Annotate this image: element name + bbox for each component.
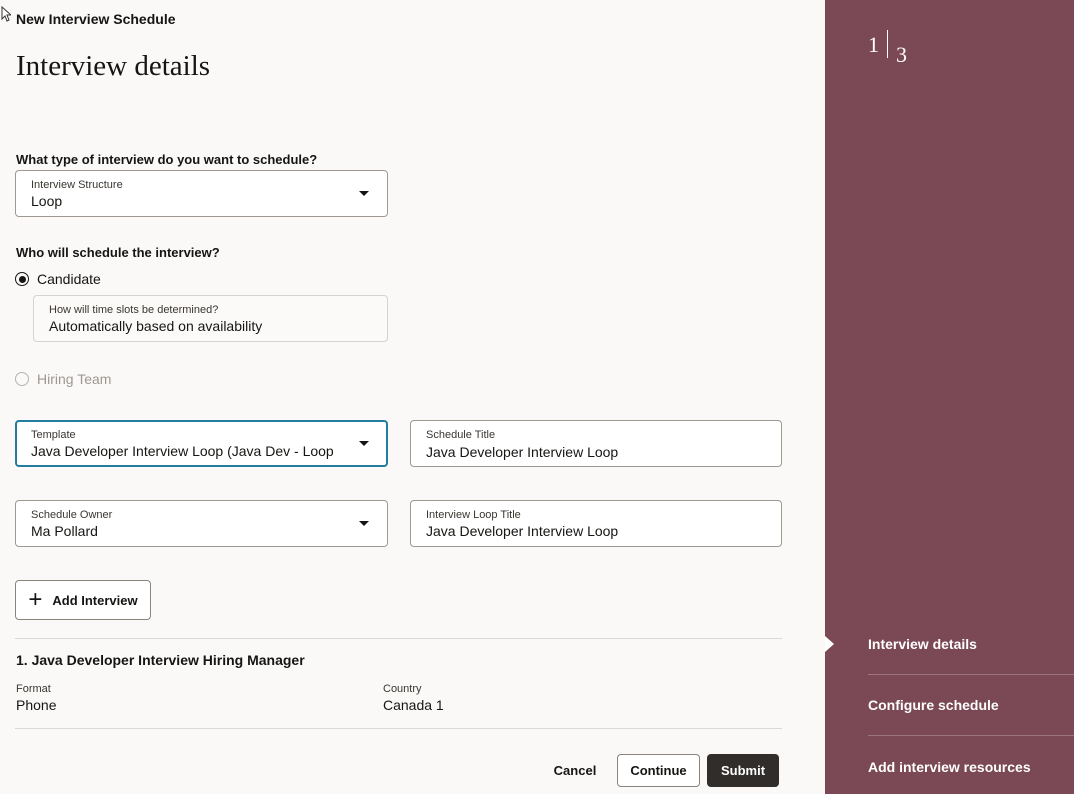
radio-hiring-team-label: Hiring Team [37,371,112,387]
schedule-owner-select[interactable]: Schedule Owner Ma Pollard [15,500,388,547]
scheduler-question: Who will schedule the interview? [16,245,220,260]
interview-loop-title-input[interactable]: Interview Loop Title Java Developer Inte… [410,500,782,547]
step-interview-details[interactable]: Interview details [868,636,1074,652]
country-value: Canada 1 [383,697,444,713]
template-label: Template [31,429,76,441]
chevron-down-icon [359,441,369,446]
interview-loop-title-label: Interview Loop Title [426,509,521,521]
step-divider [868,735,1074,736]
cancel-button[interactable]: Cancel [545,754,605,787]
divider [15,638,782,639]
radio-unselected-icon[interactable] [15,372,29,386]
chevron-down-icon [359,521,369,526]
step-configure-schedule[interactable]: Configure schedule [868,697,1074,713]
mouse-cursor-icon [1,5,13,25]
schedule-title-value[interactable]: Java Developer Interview Loop [426,444,618,460]
submit-button[interactable]: Submit [707,754,779,787]
active-step-marker-icon [825,636,834,652]
schedule-owner-value: Ma Pollard [31,523,98,539]
schedule-title-input[interactable]: Schedule Title Java Developer Interview … [410,420,782,467]
interview-type-question: What type of interview do you want to sc… [16,152,318,167]
country-label: Country [383,683,422,695]
chevron-down-icon [359,191,369,196]
radio-candidate-label: Candidate [37,271,101,287]
continue-button[interactable]: Continue [617,754,700,787]
interview-structure-label: Interview Structure [31,179,123,191]
app-title: New Interview Schedule [16,11,176,27]
step-add-interview-resources[interactable]: Add interview resources [868,759,1074,775]
add-interview-button[interactable]: + Add Interview [15,580,151,620]
interview-item-title: 1. Java Developer Interview Hiring Manag… [16,652,305,668]
page-title: Interview details [16,50,211,82]
add-interview-label: Add Interview [52,592,138,608]
schedule-owner-label: Schedule Owner [31,509,113,521]
radio-candidate[interactable]: Candidate [15,271,101,287]
plus-icon: + [28,586,43,613]
format-value: Phone [16,697,57,713]
format-label: Format [16,683,51,695]
time-slots-field: How will time slots be determined? Autom… [33,295,388,342]
step-counter-separator [887,30,888,58]
progress-sidebar: 1 3 Interview details Configure schedule… [825,0,1074,794]
template-select[interactable]: Template Java Developer Interview Loop (… [15,420,388,467]
radio-hiring-team[interactable]: Hiring Team [15,371,111,387]
radio-selected-icon[interactable] [15,272,29,286]
main-panel: New Interview Schedule Interview details… [0,0,825,794]
total-steps-number: 3 [896,42,907,67]
divider [15,728,782,729]
step-divider [868,674,1074,675]
interview-structure-value: Loop [31,193,63,209]
time-slots-value: Automatically based on availability [49,318,263,334]
current-step-number: 1 [868,32,879,57]
country-field: Country Canada 1 [383,683,444,713]
interview-structure-select[interactable]: Interview Structure Loop [15,170,388,217]
time-slots-label: How will time slots be determined? [49,304,219,316]
schedule-title-label: Schedule Title [426,429,496,441]
format-field: Format Phone [16,683,56,713]
interview-loop-title-value[interactable]: Java Developer Interview Loop [426,523,618,539]
template-value: Java Developer Interview Loop (Java Dev … [31,443,334,459]
